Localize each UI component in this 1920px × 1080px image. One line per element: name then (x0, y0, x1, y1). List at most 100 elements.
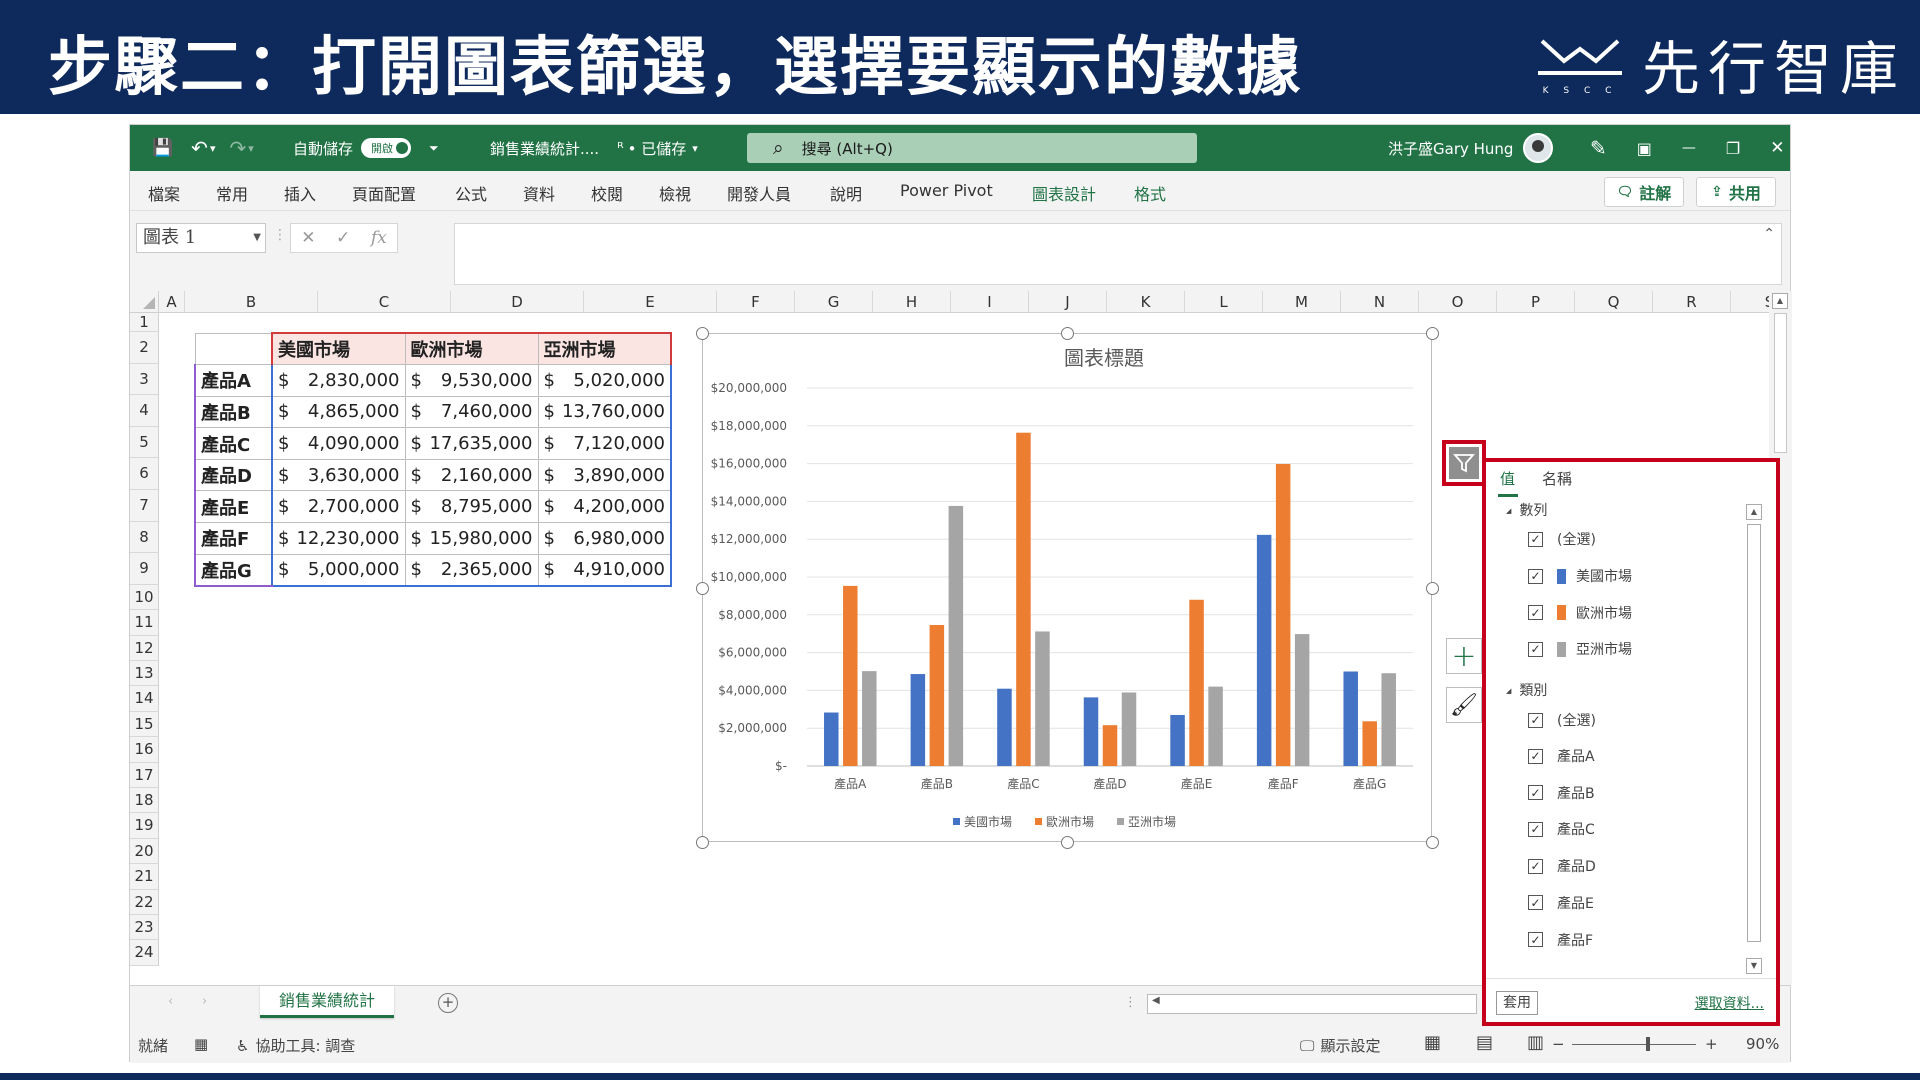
page-break-view-icon[interactable]: ▥ (1527, 1032, 1544, 1053)
bar-chart[interactable]: 圖表標題 $- $2,000,000 $4,000,000 $6,000,000 $8,0… (696, 327, 1439, 849)
value-cell[interactable]: $4,910,000 (537, 553, 672, 587)
insert-function-button[interactable]: fx (371, 228, 387, 248)
filter-scroll-thumb[interactable] (1747, 524, 1761, 942)
collapse-formula-icon[interactable]: ⌃ (1763, 226, 1775, 242)
value-cell[interactable]: $6,980,000 (537, 522, 672, 555)
user-account[interactable]: 洪子盛Gary Hung (1388, 125, 1554, 171)
value-cell[interactable]: $4,865,000 (271, 395, 406, 429)
resize-handle-right[interactable] (1426, 582, 1439, 595)
split-grip-icon[interactable]: ⋮ (1124, 995, 1137, 1010)
resize-handle-bottom[interactable] (1061, 836, 1074, 849)
product-label[interactable]: 產品G (194, 553, 273, 587)
column-header-m[interactable]: M (1263, 291, 1341, 313)
row-header-19[interactable]: 19 (130, 813, 159, 839)
row-header-16[interactable]: 16 (130, 737, 159, 763)
chart-filters-button[interactable] (1449, 447, 1479, 479)
column-header-b[interactable]: B (185, 291, 318, 313)
chart-elements-button[interactable]: + (1446, 638, 1482, 674)
select-data-link[interactable]: 選取資料... (1695, 993, 1764, 1013)
value-cell[interactable]: $9,530,000 (404, 364, 539, 397)
tab-format[interactable]: 格式 (1134, 181, 1166, 205)
table-corner-cell[interactable] (194, 332, 273, 366)
row-header-20[interactable]: 20 (130, 838, 159, 865)
filter-series-select-all[interactable]: ✓ (全選) (1528, 529, 1596, 549)
row-header-22[interactable]: 22 (130, 889, 159, 915)
sales-table[interactable]: 美國市場 歐洲市場 亞洲市場 產品A $2,830,000 $9,530,000 $5… (194, 332, 672, 587)
filter-category-item[interactable]: ✓ 產品D (1528, 856, 1596, 876)
checkbox-checked-icon[interactable]: ✓ (1528, 932, 1543, 947)
column-header-n[interactable]: N (1341, 291, 1419, 313)
scroll-left-icon[interactable]: ◀ (1152, 995, 1160, 1006)
formula-input[interactable]: ⌃ (454, 223, 1782, 285)
filter-category-item[interactable]: ✓ 產品B (1528, 783, 1595, 803)
vertical-scroll-thumb[interactable] (1774, 313, 1787, 453)
pen-icon[interactable]: ✎ (1590, 136, 1607, 160)
apply-button[interactable]: 套用 (1496, 991, 1538, 1015)
ribbon-display-icon[interactable]: ▣ (1637, 139, 1652, 158)
filter-series-item[interactable]: ✓ 歐洲市場 (1528, 603, 1632, 623)
checkbox-checked-icon[interactable]: ✓ (1528, 895, 1543, 911)
customize-qat-icon[interactable]: ⏷ (429, 141, 439, 156)
row-header-23[interactable]: 23 (130, 915, 159, 941)
tab-formulas[interactable]: 公式 (455, 181, 487, 205)
value-cell[interactable]: $7,460,000 (404, 395, 539, 429)
filter-series-item[interactable]: ✓ 美國市場 (1528, 566, 1632, 586)
column-header-e[interactable]: E (584, 291, 717, 313)
checkbox-checked-icon[interactable]: ✓ (1528, 748, 1543, 764)
filter-scroll-down-icon[interactable]: ▼ (1746, 958, 1762, 974)
tab-help[interactable]: 說明 (830, 181, 862, 205)
display-settings-button[interactable]: 🖵 顯示設定 (1300, 1035, 1380, 1056)
column-header-r[interactable]: R (1653, 291, 1731, 313)
row-header-14[interactable]: 14 (130, 686, 159, 712)
enter-icon[interactable]: ✓ (336, 228, 350, 248)
tab-review[interactable]: 校閱 (591, 181, 623, 205)
value-cell[interactable]: $2,365,000 (404, 553, 539, 587)
column-header-f[interactable]: F (717, 291, 795, 313)
header-eu-market[interactable]: 歐洲市場 (404, 332, 539, 366)
filter-tab-values[interactable]: 值 (1497, 468, 1519, 497)
tab-developer[interactable]: 開發人員 (727, 181, 791, 205)
row-header-7[interactable]: 7 (130, 490, 159, 522)
macro-recording-icon[interactable]: ▦ (194, 1035, 208, 1053)
tab-power-pivot[interactable]: Power Pivot (900, 181, 993, 200)
zoom-slider-thumb[interactable] (1646, 1037, 1650, 1051)
product-label[interactable]: 產品F (194, 522, 273, 555)
redo-icon[interactable]: ↷ (229, 136, 246, 160)
column-header-c[interactable]: C (318, 291, 451, 313)
checkbox-checked-icon[interactable]: ✓ (1528, 712, 1543, 728)
scroll-up-icon[interactable]: ▲ (1772, 293, 1788, 309)
tab-view[interactable]: 檢視 (659, 181, 691, 205)
column-header-g[interactable]: G (795, 291, 873, 313)
value-cell[interactable]: $15,980,000 (404, 522, 539, 555)
tab-home[interactable]: 常用 (216, 181, 248, 205)
row-header-21[interactable]: 21 (130, 864, 159, 890)
value-cell[interactable]: $13,760,000 (537, 395, 672, 429)
save-icon[interactable]: 💾 (152, 138, 173, 158)
filter-category-item[interactable]: ✓ 產品C (1528, 819, 1595, 839)
tab-page-layout[interactable]: 頁面配置 (352, 181, 416, 205)
row-header-12[interactable]: 12 (130, 635, 159, 661)
checkbox-checked-icon[interactable]: ✓ (1528, 785, 1543, 801)
product-label[interactable]: 產品A (194, 364, 273, 397)
value-cell[interactable]: $2,700,000 (271, 490, 406, 524)
row-header-15[interactable]: 15 (130, 711, 159, 738)
product-label[interactable]: 產品E (194, 490, 273, 524)
value-cell[interactable]: $3,890,000 (537, 458, 672, 492)
row-header-9[interactable]: 9 (130, 553, 159, 585)
row-header-2[interactable]: 2 (130, 332, 159, 364)
tab-data[interactable]: 資料 (523, 181, 555, 205)
next-sheet-icon[interactable]: › (202, 994, 207, 1009)
column-header-d[interactable]: D (451, 291, 584, 313)
select-all-corner[interactable] (130, 291, 159, 313)
checkbox-checked-icon[interactable]: ✓ (1528, 568, 1543, 584)
undo-icon[interactable]: ↶ (191, 136, 208, 160)
filter-series-item[interactable]: ✓ 亞洲市場 (1528, 639, 1632, 659)
namebox-dropdown-icon[interactable]: ▼ (253, 224, 261, 252)
zoom-in-button[interactable]: + (1705, 1035, 1718, 1053)
horizontal-scrollbar[interactable]: ◀ (1147, 994, 1477, 1014)
normal-view-icon[interactable]: ▦ (1424, 1032, 1441, 1053)
checkbox-checked-icon[interactable]: ✓ (1528, 858, 1543, 874)
value-cell[interactable]: $17,635,000 (404, 427, 539, 460)
row-header-24[interactable]: 24 (130, 940, 159, 966)
value-cell[interactable]: $2,830,000 (271, 364, 406, 397)
